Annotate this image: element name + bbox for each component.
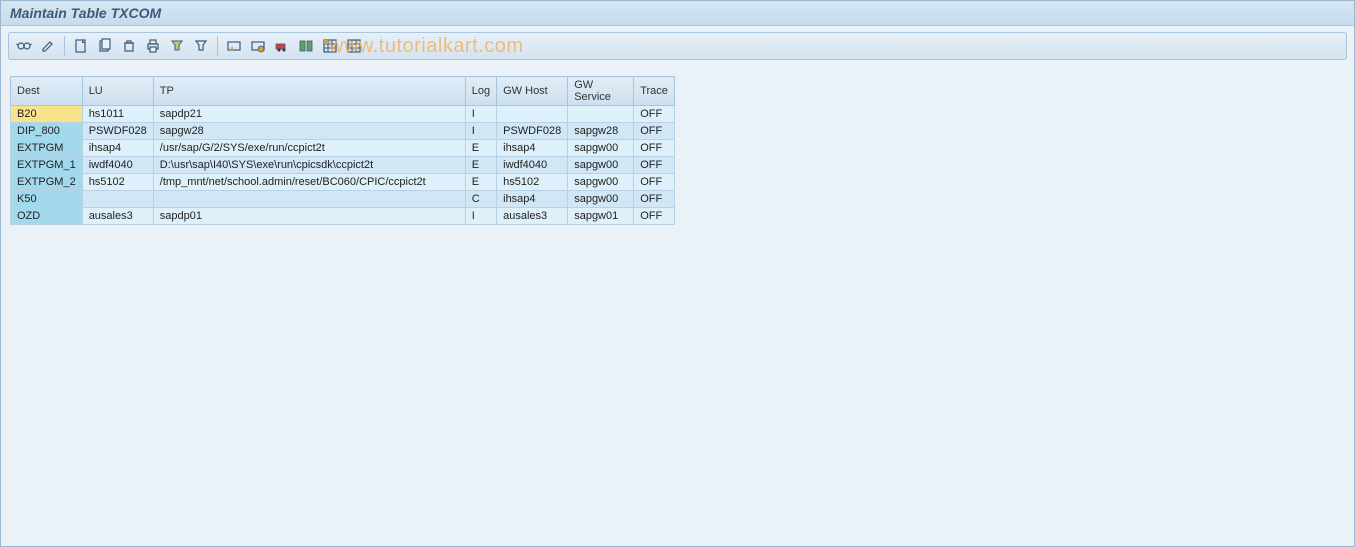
cell-dest[interactable]: OZD: [11, 208, 83, 225]
compare-icon[interactable]: [295, 35, 317, 57]
table-row[interactable]: EXTPGM_2hs5102/tmp_mnt/net/school.admin/…: [11, 174, 675, 191]
cell-log[interactable]: E: [465, 157, 496, 174]
cell-gwh[interactable]: hs5102: [497, 174, 568, 191]
cell-lu[interactable]: [82, 191, 153, 208]
filter-icon[interactable]: [190, 35, 212, 57]
cell-log[interactable]: C: [465, 191, 496, 208]
cell-log[interactable]: E: [465, 174, 496, 191]
col-header-log[interactable]: Log: [465, 77, 496, 106]
cell-trace[interactable]: OFF: [634, 208, 675, 225]
cell-tp[interactable]: sapgw28: [153, 123, 465, 140]
cell-gwh[interactable]: ihsap4: [497, 191, 568, 208]
cell-trace[interactable]: OFF: [634, 157, 675, 174]
cell-dest[interactable]: K50: [11, 191, 83, 208]
cell-lu[interactable]: iwdf4040: [82, 157, 153, 174]
cell-gwh[interactable]: PSWDF028: [497, 123, 568, 140]
cell-trace[interactable]: OFF: [634, 174, 675, 191]
cell-gws[interactable]: sapgw00: [568, 174, 634, 191]
table-row[interactable]: K50 Cihsap4sapgw00OFF: [11, 191, 675, 208]
cell-tp[interactable]: /usr/sap/G/2/SYS/exe/run/ccpict2t: [153, 140, 465, 157]
col-header-tp[interactable]: TP: [153, 77, 465, 106]
table-row[interactable]: DIP_800PSWDF028sapgw28IPSWDF028sapgw28OF…: [11, 123, 675, 140]
cell-tp[interactable]: D:\usr\sap\I40\SYS\exe\run\cpicsdk\ccpic…: [153, 157, 465, 174]
table-header-row: Dest LU TP Log GW Host GW Service Trace: [11, 77, 675, 106]
cell-gwh[interactable]: ihsap4: [497, 140, 568, 157]
cell-trace[interactable]: OFF: [634, 191, 675, 208]
cell-trace[interactable]: OFF: [634, 106, 675, 123]
cell-dest[interactable]: EXTPGM_2: [11, 174, 83, 191]
new-entry-icon[interactable]: [70, 35, 92, 57]
display-icon[interactable]: [13, 35, 35, 57]
copy-icon[interactable]: [94, 35, 116, 57]
cell-lu[interactable]: PSWDF028: [82, 123, 153, 140]
cell-dest[interactable]: B20: [11, 106, 83, 123]
select-all-icon[interactable]: [319, 35, 341, 57]
col-header-dest[interactable]: Dest: [11, 77, 83, 106]
cell-gws[interactable]: sapgw01: [568, 208, 634, 225]
title-bar: Maintain Table TXCOM: [0, 0, 1355, 26]
cell-gws[interactable]: sapgw28: [568, 123, 634, 140]
table-row[interactable]: EXTPGM_1iwdf4040D:\usr\sap\I40\SYS\exe\r…: [11, 157, 675, 174]
separator: [64, 36, 65, 56]
cell-lu[interactable]: ihsap4: [82, 140, 153, 157]
cell-log[interactable]: E: [465, 140, 496, 157]
table-settings-icon[interactable]: [343, 35, 365, 57]
transport-icon[interactable]: [271, 35, 293, 57]
change-icon[interactable]: [37, 35, 59, 57]
cell-gws[interactable]: sapgw00: [568, 157, 634, 174]
cell-trace[interactable]: OFF: [634, 123, 675, 140]
cell-log[interactable]: I: [465, 123, 496, 140]
table-row[interactable]: B20hs1011sapdp21I OFF: [11, 106, 675, 123]
cell-log[interactable]: I: [465, 106, 496, 123]
cell-lu[interactable]: hs5102: [82, 174, 153, 191]
cell-tp[interactable]: sapdp21: [153, 106, 465, 123]
cell-dest[interactable]: DIP_800: [11, 123, 83, 140]
cell-dest[interactable]: EXTPGM_1: [11, 157, 83, 174]
toolbar: www.tutorialkart.com: [8, 32, 1347, 60]
cell-lu[interactable]: hs1011: [82, 106, 153, 123]
table-body: B20hs1011sapdp21IOFFDIP_800PSWDF028sapgw…: [11, 106, 675, 225]
print-icon[interactable]: [142, 35, 164, 57]
cell-gwh[interactable]: [497, 106, 568, 123]
cell-lu[interactable]: ausales3: [82, 208, 153, 225]
table-row[interactable]: OZDausales3sapdp01Iausales3sapgw01OFF: [11, 208, 675, 225]
page-title: Maintain Table TXCOM: [10, 5, 161, 21]
cell-trace[interactable]: OFF: [634, 140, 675, 157]
cell-gws[interactable]: [568, 106, 634, 123]
col-header-gwhost[interactable]: GW Host: [497, 77, 568, 106]
delete-icon[interactable]: [118, 35, 140, 57]
cell-gwh[interactable]: ausales3: [497, 208, 568, 225]
cell-gws[interactable]: sapgw00: [568, 191, 634, 208]
table-area: Dest LU TP Log GW Host GW Service Trace …: [0, 68, 1355, 233]
col-header-trace[interactable]: Trace: [634, 77, 675, 106]
table-row[interactable]: EXTPGMihsap4/usr/sap/G/2/SYS/exe/run/ccp…: [11, 140, 675, 157]
cell-dest[interactable]: EXTPGM: [11, 140, 83, 157]
sort-icon[interactable]: [166, 35, 188, 57]
cell-tp[interactable]: sapdp01: [153, 208, 465, 225]
txcom-table[interactable]: Dest LU TP Log GW Host GW Service Trace …: [10, 76, 675, 225]
variant-get-icon[interactable]: [247, 35, 269, 57]
cell-tp[interactable]: /tmp_mnt/net/school.admin/reset/BC060/CP…: [153, 174, 465, 191]
cell-gwh[interactable]: iwdf4040: [497, 157, 568, 174]
col-header-lu[interactable]: LU: [82, 77, 153, 106]
cell-log[interactable]: I: [465, 208, 496, 225]
variant-save-icon[interactable]: [223, 35, 245, 57]
toolbar-container: www.tutorialkart.com: [0, 26, 1355, 68]
cell-gws[interactable]: sapgw00: [568, 140, 634, 157]
cell-tp[interactable]: [153, 191, 465, 208]
col-header-gwservice[interactable]: GW Service: [568, 77, 634, 106]
separator: [217, 36, 218, 56]
